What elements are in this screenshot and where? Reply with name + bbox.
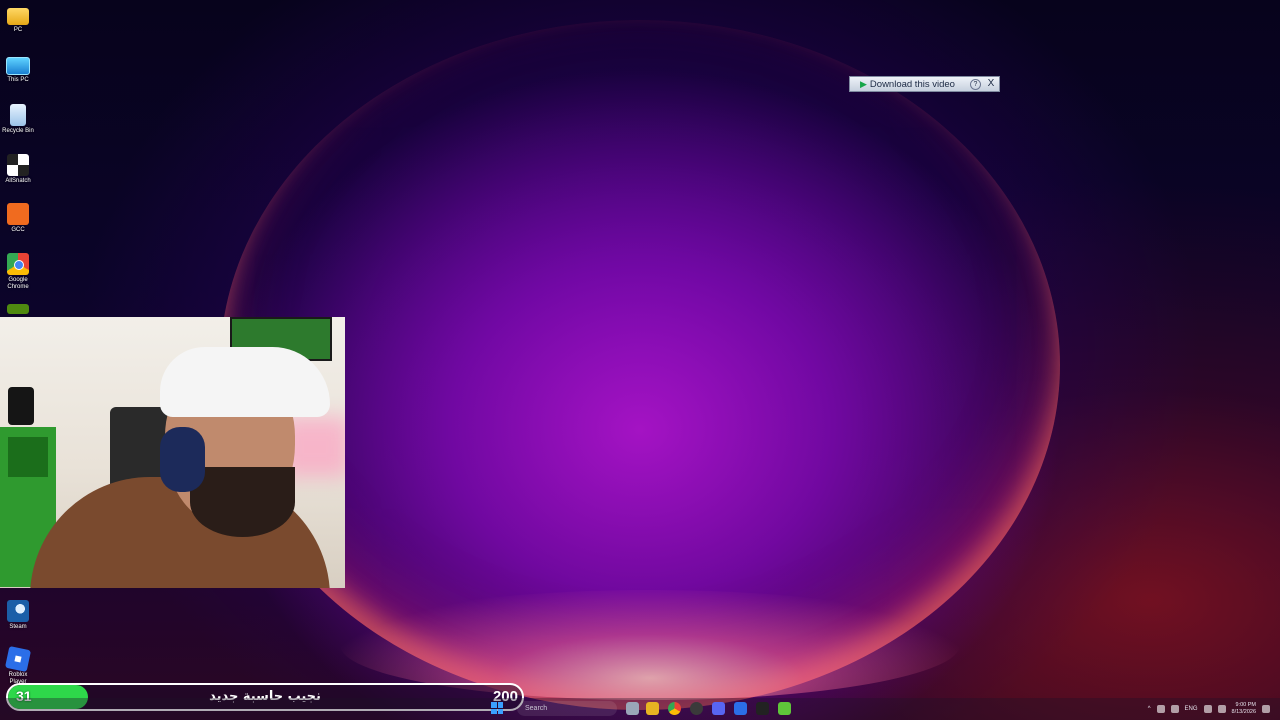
network-icon[interactable] <box>1156 705 1165 713</box>
file-explorer-icon[interactable] <box>646 702 659 715</box>
allsnatch-icon <box>7 154 29 176</box>
system-tray: ^ ENG 9:00 PM 8/13/2026 <box>1148 698 1270 720</box>
headphones <box>160 427 205 492</box>
windows-logo-pane <box>491 708 497 714</box>
desktop-icon-steam[interactable]: Steam <box>0 600 36 631</box>
desktop-icon-label: This PC <box>7 77 29 83</box>
chevron-up-icon[interactable]: ^ <box>1148 706 1151 712</box>
taskbar-search-box[interactable]: Search <box>517 701 617 716</box>
desktop-icon-nvidia[interactable] <box>0 304 36 314</box>
wifi-icon[interactable] <box>1203 705 1212 713</box>
minecraft-icon[interactable] <box>778 702 791 715</box>
windows-logo-pane <box>497 708 503 714</box>
clock-date: 8/13/2026 <box>1231 709 1256 715</box>
taskbar: Search ^ ENG 9:00 PM 8/13/2026 <box>0 698 1280 720</box>
windows-logo-pane <box>497 702 503 708</box>
play-icon: ▶ <box>860 78 867 89</box>
folder-icon <box>7 8 29 25</box>
obs-icon[interactable] <box>690 702 703 715</box>
creeper-face <box>8 437 48 477</box>
desktop-icon-gcc[interactable]: GCC <box>0 203 36 234</box>
microphone-icon[interactable] <box>1170 705 1179 713</box>
download-video-label: Download this video <box>869 78 955 90</box>
streamer-beard <box>190 467 295 537</box>
desktop-icon-recycle-bin[interactable]: Recycle Bin <box>0 104 36 135</box>
task-view-icon[interactable] <box>626 702 639 715</box>
clock-time: 9:00 PM <box>1235 702 1256 708</box>
language-indicator[interactable]: ENG <box>1185 706 1198 712</box>
desktop-icon-label: Google Chrome <box>7 277 29 290</box>
desktop-icon-this-pc[interactable]: This PC <box>0 54 36 84</box>
chrome-taskbar-icon[interactable] <box>668 702 681 715</box>
download-video-button[interactable]: ▶ Download this video <box>850 77 970 91</box>
recycle-bin-icon <box>10 104 26 126</box>
discord-icon[interactable] <box>712 702 725 715</box>
steam-icon <box>7 600 29 622</box>
desktop-icon-pc[interactable]: PC <box>0 4 36 34</box>
roblox-taskbar-icon[interactable] <box>734 702 747 715</box>
nvidia-icon <box>7 304 29 314</box>
gcc-icon <box>7 203 29 225</box>
download-video-bar: ▶ Download this video ? X <box>849 76 1000 92</box>
capcut-icon[interactable] <box>756 702 769 715</box>
monitor-icon <box>6 57 30 75</box>
desktop-icon-label: PC <box>13 27 23 33</box>
desktop-icon-label: AllSnatch <box>5 178 31 184</box>
enderman-figure <box>8 387 34 425</box>
white-cap <box>160 347 330 417</box>
wallpaper-glow-ring <box>220 20 1060 710</box>
roblox-icon <box>4 645 32 673</box>
desktop-icon-roblox-player[interactable]: Roblox Player <box>0 645 36 686</box>
close-icon[interactable]: X <box>986 78 996 90</box>
help-icon[interactable]: ? <box>970 78 981 90</box>
volume-icon[interactable] <box>1217 705 1226 713</box>
windows-logo-pane <box>491 702 497 708</box>
desktop-icon-google-chrome[interactable]: Google Chrome <box>0 253 36 291</box>
notification-icon[interactable] <box>1262 705 1270 713</box>
desktop-icon-allsnatch[interactable]: AllSnatch <box>0 154 36 185</box>
desktop-icon-label: Recycle Bin <box>2 128 34 134</box>
desktop-icon-label: GCC <box>11 227 25 233</box>
desktop-icon-label: Steam <box>9 624 27 630</box>
chrome-icon <box>7 253 29 275</box>
start-button[interactable] <box>491 702 503 714</box>
taskbar-clock[interactable]: 9:00 PM 8/13/2026 <box>1232 702 1256 716</box>
webcam-overlay <box>0 317 345 588</box>
